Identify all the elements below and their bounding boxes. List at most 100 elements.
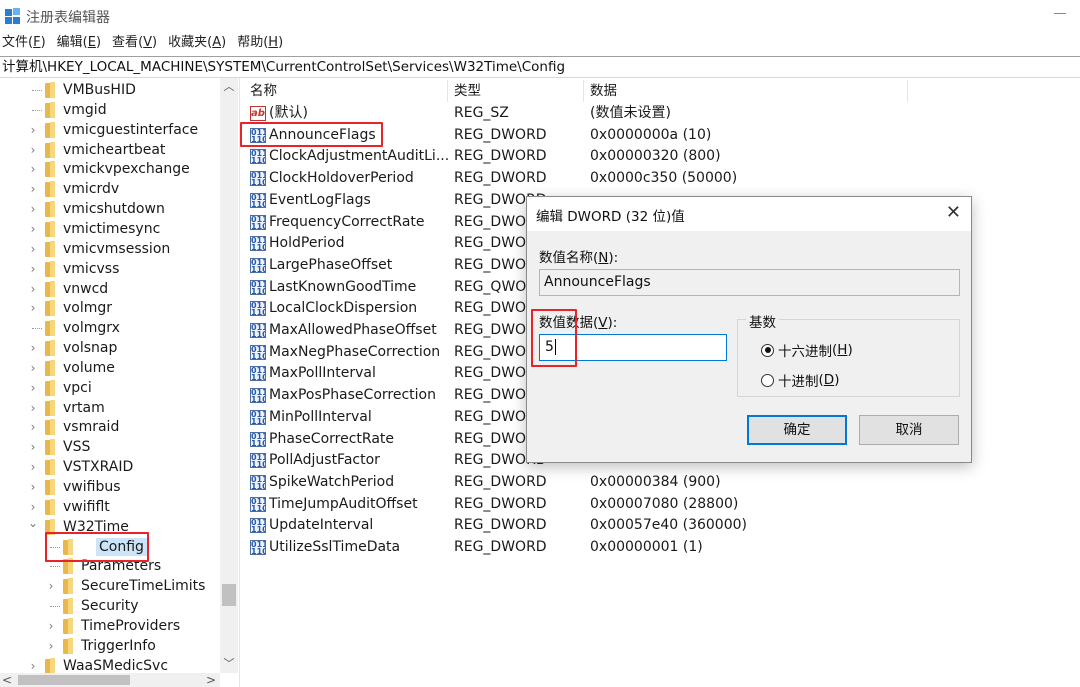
value-name: EventLogFlags [269,191,371,208]
column-header-type[interactable]: 类型 [448,80,584,102]
folder-icon [45,459,55,476]
chevron-right-icon[interactable]: › [28,242,38,256]
tree-item[interactable]: Security [0,596,220,616]
title-bar: 注册表编辑器 [0,0,1080,32]
tree-item[interactable]: › vmicvmsession [0,239,220,259]
menu-favorites[interactable]: 收藏夹(A) [164,32,233,54]
value-row[interactable]: 011 110SpikeWatchPeriod REG_DWORD 0x000003… [244,472,1044,494]
menu-edit[interactable]: 编辑(E) [53,32,108,54]
tree-horizontal-scrollbar[interactable]: < > [0,673,220,687]
tree-item[interactable]: › TimeProviders [0,616,220,636]
chevron-right-icon[interactable]: › [46,619,56,633]
tree-item[interactable]: › vnwcd [0,279,220,299]
chevron-right-icon[interactable]: › [28,341,38,355]
chevron-right-icon[interactable]: › [28,282,38,296]
minimize-button[interactable] [1054,13,1066,14]
address-bar[interactable]: 计算机\HKEY_LOCAL_MACHINE\SYSTEM\CurrentCon… [0,56,1080,78]
tree-item[interactable]: VMBusHID [0,80,220,100]
value-row[interactable]: 011 110ClockAdjustmentAuditLi... REG_DWOR… [244,146,1044,168]
chevron-right-icon[interactable]: › [28,460,38,474]
tree-vertical-scrollbar[interactable]: ︿ ﹀ [220,78,238,673]
tree-item[interactable]: › volsnap [0,338,220,358]
tree-connector [50,606,60,608]
value-data: (数值未设置) [590,105,671,121]
chevron-right-icon[interactable]: › [28,381,38,395]
ok-button[interactable]: 确定 [747,415,847,445]
chevron-right-icon[interactable]: › [28,500,38,514]
menu-file[interactable]: 文件(F) [0,32,53,54]
value-name: MaxPollInterval [269,365,376,382]
tree-item[interactable]: › vmicshutdown [0,199,220,219]
tree-item[interactable]: › vmickvpexchange [0,159,220,179]
chevron-right-icon[interactable]: › [28,480,38,494]
chevron-right-icon[interactable]: › [46,579,56,593]
chevron-right-icon[interactable]: › [28,222,38,236]
tree-item[interactable]: › volume [0,358,220,378]
menu-help[interactable]: 帮助(H) [233,32,290,54]
tree-item-label: volmgrx [63,320,120,337]
radio-unchecked-icon[interactable] [761,373,774,387]
radio-checked-icon[interactable] [761,343,774,357]
chevron-right-icon[interactable]: › [28,143,38,157]
registry-editor-window: 注册表编辑器 文件(F) 编辑(E) 查看(V) 收藏夹(A) 帮助(H) 计算… [0,0,1080,687]
value-row[interactable]: 011 110TimeJumpAuditOffset REG_DWORD 0x000… [244,494,1044,516]
tree-item[interactable]: › vmicvss [0,259,220,279]
chevron-right-icon[interactable]: › [28,162,38,176]
tree-connector [32,328,42,330]
chevron-right-icon[interactable]: › [28,401,38,415]
folder-icon [45,300,55,317]
column-header-data[interactable]: 数据 [584,80,908,102]
radio-hexadecimal[interactable]: 十六进制(H) [761,340,853,360]
chevron-down-icon[interactable]: ⌄ [28,516,38,530]
chevron-right-icon[interactable]: › [28,262,38,276]
chevron-right-icon[interactable]: › [28,659,38,673]
tree-item[interactable]: › vwififlt [0,497,220,517]
menu-view[interactable]: 查看(V) [108,32,164,54]
tree-item[interactable]: › vwifibus [0,477,220,497]
tree-item[interactable]: › vmicguestinterface [0,120,220,140]
value-name: SpikeWatchPeriod [269,473,395,490]
scroll-up-arrow-icon[interactable]: ︿ [220,78,238,96]
chevron-right-icon[interactable]: › [28,420,38,434]
folder-icon [45,121,55,138]
value-row[interactable]: 011 110ClockHoldoverPeriod REG_DWORD 0x000… [244,168,1044,190]
tree-item-label: Security [81,598,139,615]
tree-item[interactable]: › SecureTimeLimits [0,576,220,596]
scroll-left-arrow-icon[interactable]: < [2,673,12,687]
tree-item[interactable]: › vmicheartbeat [0,140,220,160]
chevron-right-icon[interactable]: › [28,123,38,137]
tree-item-label: vmickvpexchange [63,161,190,178]
tree-item[interactable]: volmgrx [0,318,220,338]
tree-item[interactable]: › vrtam [0,398,220,418]
value-row[interactable]: 011 110UpdateInterval REG_DWORD 0x00057e40… [244,515,1044,537]
chevron-right-icon[interactable]: › [28,361,38,375]
horizontal-scroll-thumb[interactable] [18,675,130,685]
chevron-right-icon[interactable]: › [28,182,38,196]
radio-decimal[interactable]: 十进制(D) [761,370,839,390]
column-header-name[interactable]: 名称 [244,80,448,102]
tree-item[interactable]: › vsmraid [0,417,220,437]
close-icon[interactable]: ✕ [946,202,961,223]
scroll-right-arrow-icon[interactable]: > [206,673,216,687]
chevron-right-icon[interactable]: › [28,301,38,315]
chevron-right-icon[interactable]: › [46,639,56,653]
tree-item[interactable]: › TriggerInfo [0,636,220,656]
tree-item[interactable]: › vmictimesync [0,219,220,239]
scroll-thumb[interactable] [222,584,236,606]
tree-item-label: TimeProviders [81,617,181,634]
value-type: REG_DWORD [454,517,547,534]
tree-item[interactable]: › VSTXRAID [0,457,220,477]
scroll-down-arrow-icon[interactable]: ﹀ [220,655,238,673]
cancel-button[interactable]: 取消 [859,415,959,445]
chevron-right-icon[interactable]: › [28,202,38,216]
value-name-field: AnnounceFlags [539,269,960,296]
binary-value-icon: 011 110 [250,496,266,512]
chevron-right-icon[interactable]: › [28,440,38,454]
tree-item[interactable]: › volmgr [0,298,220,318]
tree-item[interactable]: › VSS [0,437,220,457]
tree-item[interactable]: › vpci [0,378,220,398]
tree-item[interactable]: › vmicrdv [0,179,220,199]
tree-item-label: vpci [63,379,92,396]
tree-item[interactable]: vmgid [0,100,220,120]
value-row[interactable]: 011 110UtilizeSslTimeData REG_DWORD 0x0000… [244,537,1044,559]
